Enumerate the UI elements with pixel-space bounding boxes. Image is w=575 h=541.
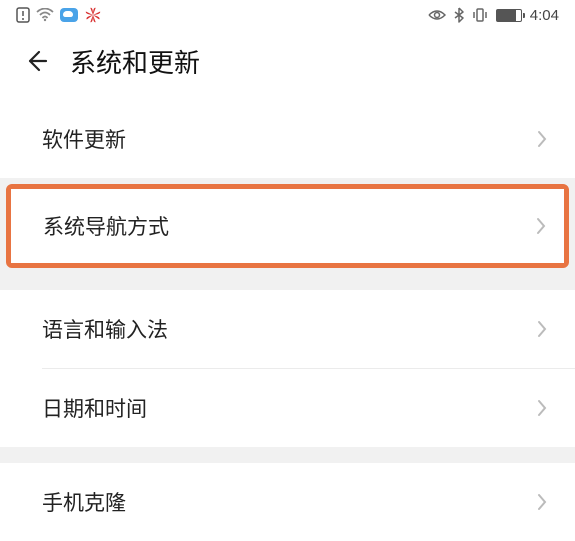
status-left [16, 7, 102, 23]
item-phone-clone[interactable]: 手机克隆 [0, 463, 575, 541]
chevron-right-icon [537, 130, 547, 148]
item-label: 日期和时间 [42, 393, 147, 423]
item-date-time[interactable]: 日期和时间 [0, 369, 575, 447]
item-system-navigation[interactable]: 系统导航方式 [11, 189, 564, 263]
item-software-update[interactable]: 软件更新 [0, 100, 575, 178]
chevron-right-icon [536, 217, 546, 235]
bluetooth-icon [454, 7, 464, 23]
eye-comfort-icon [428, 9, 446, 21]
page-title: 系统和更新 [70, 43, 200, 80]
huawei-icon [84, 7, 102, 23]
highlighted-item: 系统导航方式 [6, 184, 569, 268]
header: 系统和更新 [0, 30, 575, 100]
item-label: 语言和输入法 [42, 314, 168, 344]
sim-alert-icon [16, 7, 30, 23]
chevron-right-icon [537, 320, 547, 338]
vibrate-icon [472, 7, 488, 23]
status-bar: 4:04 [0, 0, 575, 30]
settings-list: 软件更新 系统导航方式 语言和输入法 日期和时间 手机克隆 [0, 100, 575, 541]
item-label: 软件更新 [42, 124, 126, 154]
item-label: 手机克隆 [42, 487, 126, 517]
section-separator [0, 274, 575, 290]
cloud-icon [60, 8, 78, 22]
back-button[interactable] [20, 46, 50, 76]
section-separator [0, 447, 575, 463]
status-right: 4:04 [428, 7, 559, 24]
battery-icon [496, 9, 522, 22]
item-label: 系统导航方式 [43, 211, 169, 241]
chevron-right-icon [537, 399, 547, 417]
chevron-right-icon [537, 493, 547, 511]
item-language-input[interactable]: 语言和输入法 [0, 290, 575, 368]
clock: 4:04 [530, 7, 559, 24]
wifi-icon [36, 8, 54, 22]
